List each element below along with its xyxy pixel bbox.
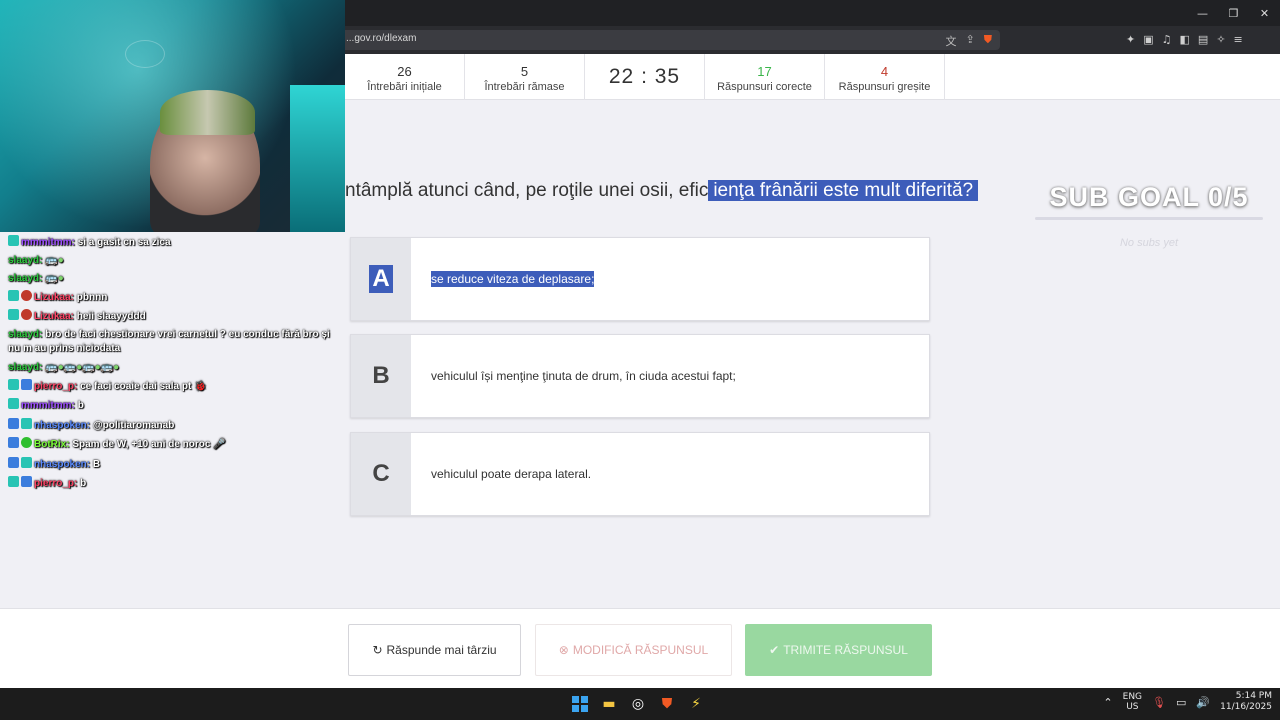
question-selected: ienţa frânării este mult diferită? xyxy=(708,180,979,201)
answer-text: vehiculul poate derapa lateral. xyxy=(431,467,592,481)
chat-message: slaayd: 🚌● xyxy=(8,273,64,284)
windows-logo-icon xyxy=(572,696,588,712)
initial-label: Întrebări inițiale xyxy=(367,81,442,93)
chat-message: slaayd: bro de faci chestionare vrei car… xyxy=(8,329,330,354)
sub-goal-overlay: SUB GOAL 0/5 xyxy=(1049,182,1249,212)
answer-text: vehiculul își menţine ţinuta de drum, în… xyxy=(431,369,736,383)
brave-shield-icon[interactable]: ⛊ xyxy=(984,33,992,49)
question-text: ntâmplă atunci când, pe roţile unei osii… xyxy=(345,175,979,207)
tab-icon[interactable]: ▣ xyxy=(1143,33,1153,46)
correct-count: 17 xyxy=(757,64,772,79)
webcam-overlay xyxy=(0,0,345,232)
chat-message: slaayd: 🚌● xyxy=(8,255,64,266)
chat-message: nhaspoken: B xyxy=(8,457,340,472)
share-icon[interactable]: ⇪ xyxy=(966,33,975,49)
initial-count: 26 xyxy=(397,64,412,79)
wrong-count: 4 xyxy=(880,64,889,79)
wallet-icon[interactable]: ▤ xyxy=(1198,33,1208,46)
stat-correct-answers: 17 Răspunsuri corecte xyxy=(705,54,825,100)
display-icon[interactable]: ▭ xyxy=(1176,696,1186,709)
microphone-icon[interactable]: 🎙 xyxy=(1152,696,1166,709)
chevron-up-icon[interactable]: ⌃ xyxy=(1103,696,1112,709)
stat-initial-questions: 26 Întrebări inițiale xyxy=(345,54,465,100)
translate-icon[interactable]: 文 xyxy=(946,33,957,49)
sub-goal-progress-bar xyxy=(1035,217,1263,220)
close-circle-icon: ⊗ xyxy=(558,643,569,657)
remaining-label: Întrebări rămase xyxy=(484,81,565,93)
address-bar[interactable]: ...gov.ro/dlexam 文 ⇪ ⛊ xyxy=(338,30,1000,50)
answer-letter: B xyxy=(351,335,411,417)
chat-message: slaayd: 🚌●🚌●🚌●🚌● xyxy=(8,362,120,373)
language-indicator[interactable]: ENG US xyxy=(1123,692,1142,712)
chat-message: Lizukaa: heii slaayyddd xyxy=(8,309,340,324)
modify-answer-button[interactable]: ⊗ MODIFICĂ RĂSPUNSUL xyxy=(535,624,732,676)
url-text[interactable]: ...gov.ro/dlexam xyxy=(346,33,416,44)
file-explorer-icon[interactable]: ▬ xyxy=(599,693,619,715)
minimize-button[interactable]: — xyxy=(1187,0,1218,26)
chat-message: pierro_p: b xyxy=(8,476,340,491)
refresh-icon: ↻ xyxy=(372,643,383,657)
question-plain: ntâmplă atunci când, pe roţile unei osii… xyxy=(345,180,709,201)
sidebar-icon[interactable]: ◧ xyxy=(1180,33,1190,46)
no-subs-text: No subs yet xyxy=(1119,237,1179,249)
streamer-cap xyxy=(160,90,255,135)
extension-icons: ✦ ▣ ♫ ◧ ▤ ✧ ≡ xyxy=(1126,33,1243,46)
chat-message: nhaspoken: @politiaromanab xyxy=(8,418,340,433)
check-circle-icon: ✔ xyxy=(769,643,780,657)
system-clock[interactable]: 5:14 PM 11/16/2025 xyxy=(1220,691,1272,713)
wrong-label: Răspunsuri greșite xyxy=(838,81,931,93)
answer-letter: A xyxy=(351,238,411,320)
music-icon[interactable]: ♫ xyxy=(1162,33,1172,46)
system-tray: ⌃ ENG US 🎙 ▭ 🔊 5:14 PM 11/16/2025 xyxy=(1103,691,1272,713)
answer-text: se reduce viteza de deplasare; xyxy=(431,271,595,287)
windows-taskbar: ▬ ◎ ⛊ ⚡ ⌃ ENG US 🎙 ▭ 🔊 5:14 PM 11/16/202… xyxy=(0,688,1280,720)
chat-message: BotRix: Spam de W, +10 ani de noroc 🎤 xyxy=(8,437,340,452)
obs-icon[interactable]: ◎ xyxy=(628,693,648,715)
close-button[interactable]: ✕ xyxy=(1249,0,1280,26)
window-controls: — ❐ ✕ xyxy=(1187,0,1280,26)
chat-message: mmmitmm: si a gasit cn sa zica xyxy=(8,235,340,250)
chat-message: Lizukaa: pbnnn xyxy=(8,290,340,305)
wall-logo xyxy=(125,40,165,68)
restore-button[interactable]: ❐ xyxy=(1218,0,1249,26)
stream-chat: mmmitmm: si a gasit cn sa zica slaayd: 🚌… xyxy=(0,232,345,608)
extensions-icon[interactable]: ✦ xyxy=(1126,33,1135,46)
submit-answer-button[interactable]: ✔ TRIMITE RĂSPUNSUL xyxy=(745,624,932,676)
start-button[interactable] xyxy=(570,693,590,715)
volume-icon[interactable]: 🔊 xyxy=(1196,696,1210,709)
answer-option-c[interactable]: C vehiculul poate derapa lateral. xyxy=(350,432,930,516)
answer-option-b[interactable]: B vehiculul își menţine ţinuta de drum, … xyxy=(350,334,930,418)
stat-remaining-questions: 5 Întrebări rămase xyxy=(465,54,585,100)
exam-stats-bar: 26 Întrebări inițiale 5 Întrebări rămase… xyxy=(345,54,1280,100)
correct-label: Răspunsuri corecte xyxy=(717,81,812,93)
exam-timer: 22 : 35 xyxy=(585,54,705,100)
remaining-count: 5 xyxy=(520,64,529,79)
chat-message: pierro_p: ce faci coaie dai sala pt 🐞 xyxy=(8,379,340,394)
stat-wrong-answers: 4 Răspunsuri greșite xyxy=(825,54,945,100)
action-bar: ↻ Răspunde mai târziu ⊗ MODIFICĂ RĂSPUNS… xyxy=(0,608,1280,688)
answer-letter: C xyxy=(351,433,411,515)
brave-browser-icon[interactable]: ⛊ xyxy=(657,693,677,715)
answer-later-button[interactable]: ↻ Răspunde mai târziu xyxy=(348,624,521,676)
chat-message: mmmitmm: b xyxy=(8,398,340,413)
answer-option-a[interactable]: A se reduce viteza de deplasare; xyxy=(350,237,930,321)
app-icon[interactable]: ⚡ xyxy=(686,693,706,715)
leo-icon[interactable]: ✧ xyxy=(1216,33,1225,46)
menu-icon[interactable]: ≡ xyxy=(1234,33,1243,46)
